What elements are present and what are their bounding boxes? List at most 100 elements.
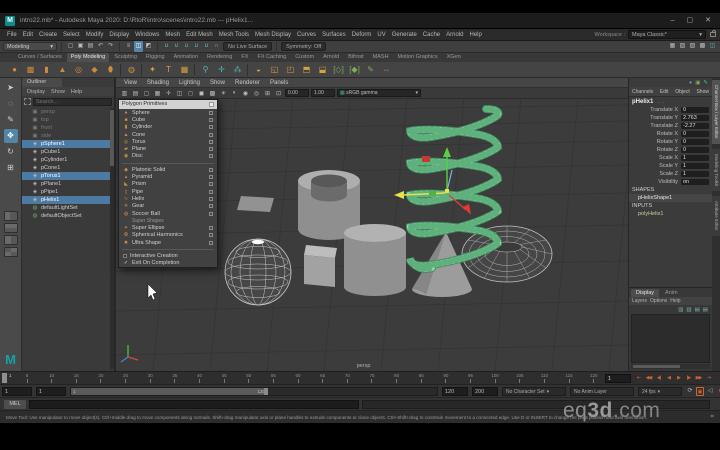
shelf-multicut-icon[interactable]: [◇] xyxy=(332,62,345,77)
menu-item[interactable]: Display xyxy=(106,29,132,41)
outliner-item[interactable]: ◍ defaultLightSet xyxy=(22,204,114,212)
shelf-joint-icon[interactable]: ⚲ xyxy=(199,62,212,77)
option-box[interactable] xyxy=(209,110,213,115)
camera-attrs-icon[interactable]: ▤ xyxy=(131,90,140,97)
isolate-icon[interactable]: ⊡ xyxy=(274,90,283,97)
outliner-item[interactable]: ▣ front xyxy=(22,124,114,132)
shelf-bridge-icon[interactable]: ⬓ xyxy=(316,62,329,77)
channel-label[interactable]: Translate X xyxy=(650,107,678,113)
popup-title-bar[interactable]: Polygon Primitives xyxy=(119,100,217,109)
layer-menu-item[interactable]: Help xyxy=(670,298,680,304)
range-track[interactable]: 1 120 xyxy=(70,387,438,396)
channel-value-field[interactable]: 0 xyxy=(681,106,709,114)
menu-item[interactable]: Arnold xyxy=(443,29,466,41)
shelf-tab[interactable]: Sculpting xyxy=(110,53,141,62)
outliner-item[interactable]: ◈ pPlane1 xyxy=(22,180,114,188)
ao-icon[interactable]: ◉ xyxy=(241,90,250,97)
primitives-menu-item[interactable]: ● Sphere xyxy=(119,109,217,116)
new-layer-icon[interactable]: ▥ xyxy=(678,307,683,313)
option-box[interactable] xyxy=(209,117,213,122)
primitives-menu-item[interactable]: ▯ Pipe xyxy=(119,188,217,195)
snap-grid-icon[interactable]: ∪ xyxy=(162,41,171,52)
option-box[interactable] xyxy=(209,132,213,137)
sidebar-tab[interactable]: Modeling Toolkit xyxy=(712,148,720,191)
outliner-scrollbar[interactable] xyxy=(110,108,114,369)
plane-object[interactable] xyxy=(237,196,274,212)
shelf-type-icon[interactable]: T xyxy=(162,62,175,77)
menu-item[interactable]: Deform xyxy=(349,29,375,41)
animation-start-field[interactable]: 1 xyxy=(2,387,32,396)
outliner-menu-item[interactable]: Show xyxy=(49,89,67,95)
shelf-tab[interactable]: Poly Modeling xyxy=(66,53,110,62)
option-box[interactable] xyxy=(209,211,213,216)
channel-value-field[interactable]: -2.27 xyxy=(681,122,709,130)
menu-item[interactable]: Mesh xyxy=(162,29,183,41)
undo-icon[interactable]: ↶ xyxy=(96,41,105,52)
move-layer-down-icon[interactable]: ▤ xyxy=(703,307,708,313)
menu-item[interactable]: UV xyxy=(374,29,388,41)
render-settings-icon[interactable]: ▩ xyxy=(698,41,707,52)
channel-label[interactable]: Rotate Y xyxy=(657,139,678,145)
current-frame-marker[interactable] xyxy=(2,373,7,383)
range-handle[interactable] xyxy=(264,388,268,395)
step-forward-frame-button[interactable]: ▶▶ xyxy=(694,373,703,384)
outliner-item[interactable]: ◈ pTorus1 xyxy=(22,172,114,180)
shelf-tab[interactable]: Motion Graphics xyxy=(394,53,442,62)
fps-selector[interactable]: 24 fps ▾ xyxy=(638,387,682,396)
outliner-menu-item[interactable]: Help xyxy=(69,89,84,95)
mute-icon[interactable]: ◁ xyxy=(706,386,714,397)
menu-item[interactable]: Curves xyxy=(294,29,319,41)
option-box[interactable] xyxy=(209,204,213,209)
snap-view-icon[interactable]: ∪ xyxy=(202,41,211,52)
shelf-target-weld-icon[interactable]: [◆] xyxy=(348,62,361,77)
snap-point-icon[interactable]: ∪ xyxy=(182,41,191,52)
playback-loop-icon[interactable]: ⟳ xyxy=(686,386,694,397)
shelf-tab[interactable]: Arnold xyxy=(319,53,343,62)
step-back-key-button[interactable]: ◀| xyxy=(654,373,663,384)
save-scene-icon[interactable]: ▤ xyxy=(86,41,95,52)
time-slider[interactable]: 5 10 15 20 25 30 35 40 45 50 55 60 65 70… xyxy=(0,371,720,384)
primitives-menu-item[interactable] xyxy=(122,160,214,165)
xray-icon[interactable]: ⊞ xyxy=(263,90,272,97)
option-box[interactable] xyxy=(209,196,213,201)
render-view-icon[interactable]: ▦ xyxy=(668,41,677,52)
viewport-menu-item[interactable]: Shading xyxy=(143,80,173,86)
option-box[interactable] xyxy=(209,139,213,144)
wireframe-icon[interactable]: ◻ xyxy=(186,90,195,97)
layer-editor-tab[interactable]: Anim xyxy=(660,289,683,297)
channel-box-menu-item[interactable]: Object xyxy=(675,89,689,95)
channel-box-menu-item[interactable]: Show xyxy=(696,89,709,95)
outliner-search-input[interactable] xyxy=(33,97,112,106)
viewport-menu-item[interactable]: Panels xyxy=(266,80,292,86)
close-button[interactable]: ✕ xyxy=(705,14,711,28)
outliner-item[interactable]: ◈ pCube1 xyxy=(22,148,114,156)
shelf-cylinder-icon[interactable]: ▮ xyxy=(40,62,53,77)
shelf-combine-icon[interactable]: ◱ xyxy=(268,62,281,77)
shelf-torus-icon[interactable]: ◎ xyxy=(72,62,85,77)
shelf-tab[interactable]: MASH xyxy=(369,53,393,62)
outliner-item[interactable]: ◈ pHelix1 xyxy=(22,196,114,204)
primitives-menu-item[interactable]: ▲ Cone xyxy=(119,131,217,138)
option-box[interactable] xyxy=(209,175,213,180)
menu-item[interactable]: Generate xyxy=(389,29,420,41)
select-tool[interactable]: ➤ xyxy=(4,81,18,95)
playback-start-field[interactable]: 1 xyxy=(36,387,66,396)
menu-item[interactable]: Mesh Tools xyxy=(216,29,252,41)
layer-menu-item[interactable]: Layers xyxy=(632,298,647,304)
outliner-item[interactable]: ◍ defaultObjectSet xyxy=(22,212,114,220)
shelf-sphere-icon[interactable]: ● xyxy=(8,62,21,77)
snap-curve-icon[interactable]: ∪ xyxy=(172,41,181,52)
edit-curve-icon[interactable]: ✎ xyxy=(703,80,708,86)
outliner-item[interactable]: ◈ pCylinder1 xyxy=(22,156,114,164)
primitives-menu-item[interactable] xyxy=(122,246,214,251)
shelf-disc-icon[interactable]: ⬮ xyxy=(104,62,117,77)
viewport-menu-item[interactable]: Renderer xyxy=(231,80,264,86)
channel-label[interactable]: Rotate X xyxy=(657,131,678,137)
move-layer-up-icon[interactable]: ▤ xyxy=(695,307,700,313)
rotate-tool[interactable]: ↻ xyxy=(4,145,18,159)
move-tool[interactable]: ✥ xyxy=(3,129,18,143)
layout-two-pane-button[interactable] xyxy=(3,223,18,233)
step-forward-key-button[interactable]: |▶ xyxy=(684,373,693,384)
motionblur-icon[interactable]: ◎ xyxy=(252,90,261,97)
primitives-menu-item[interactable]: ◆ Platonic Solid xyxy=(119,166,217,173)
